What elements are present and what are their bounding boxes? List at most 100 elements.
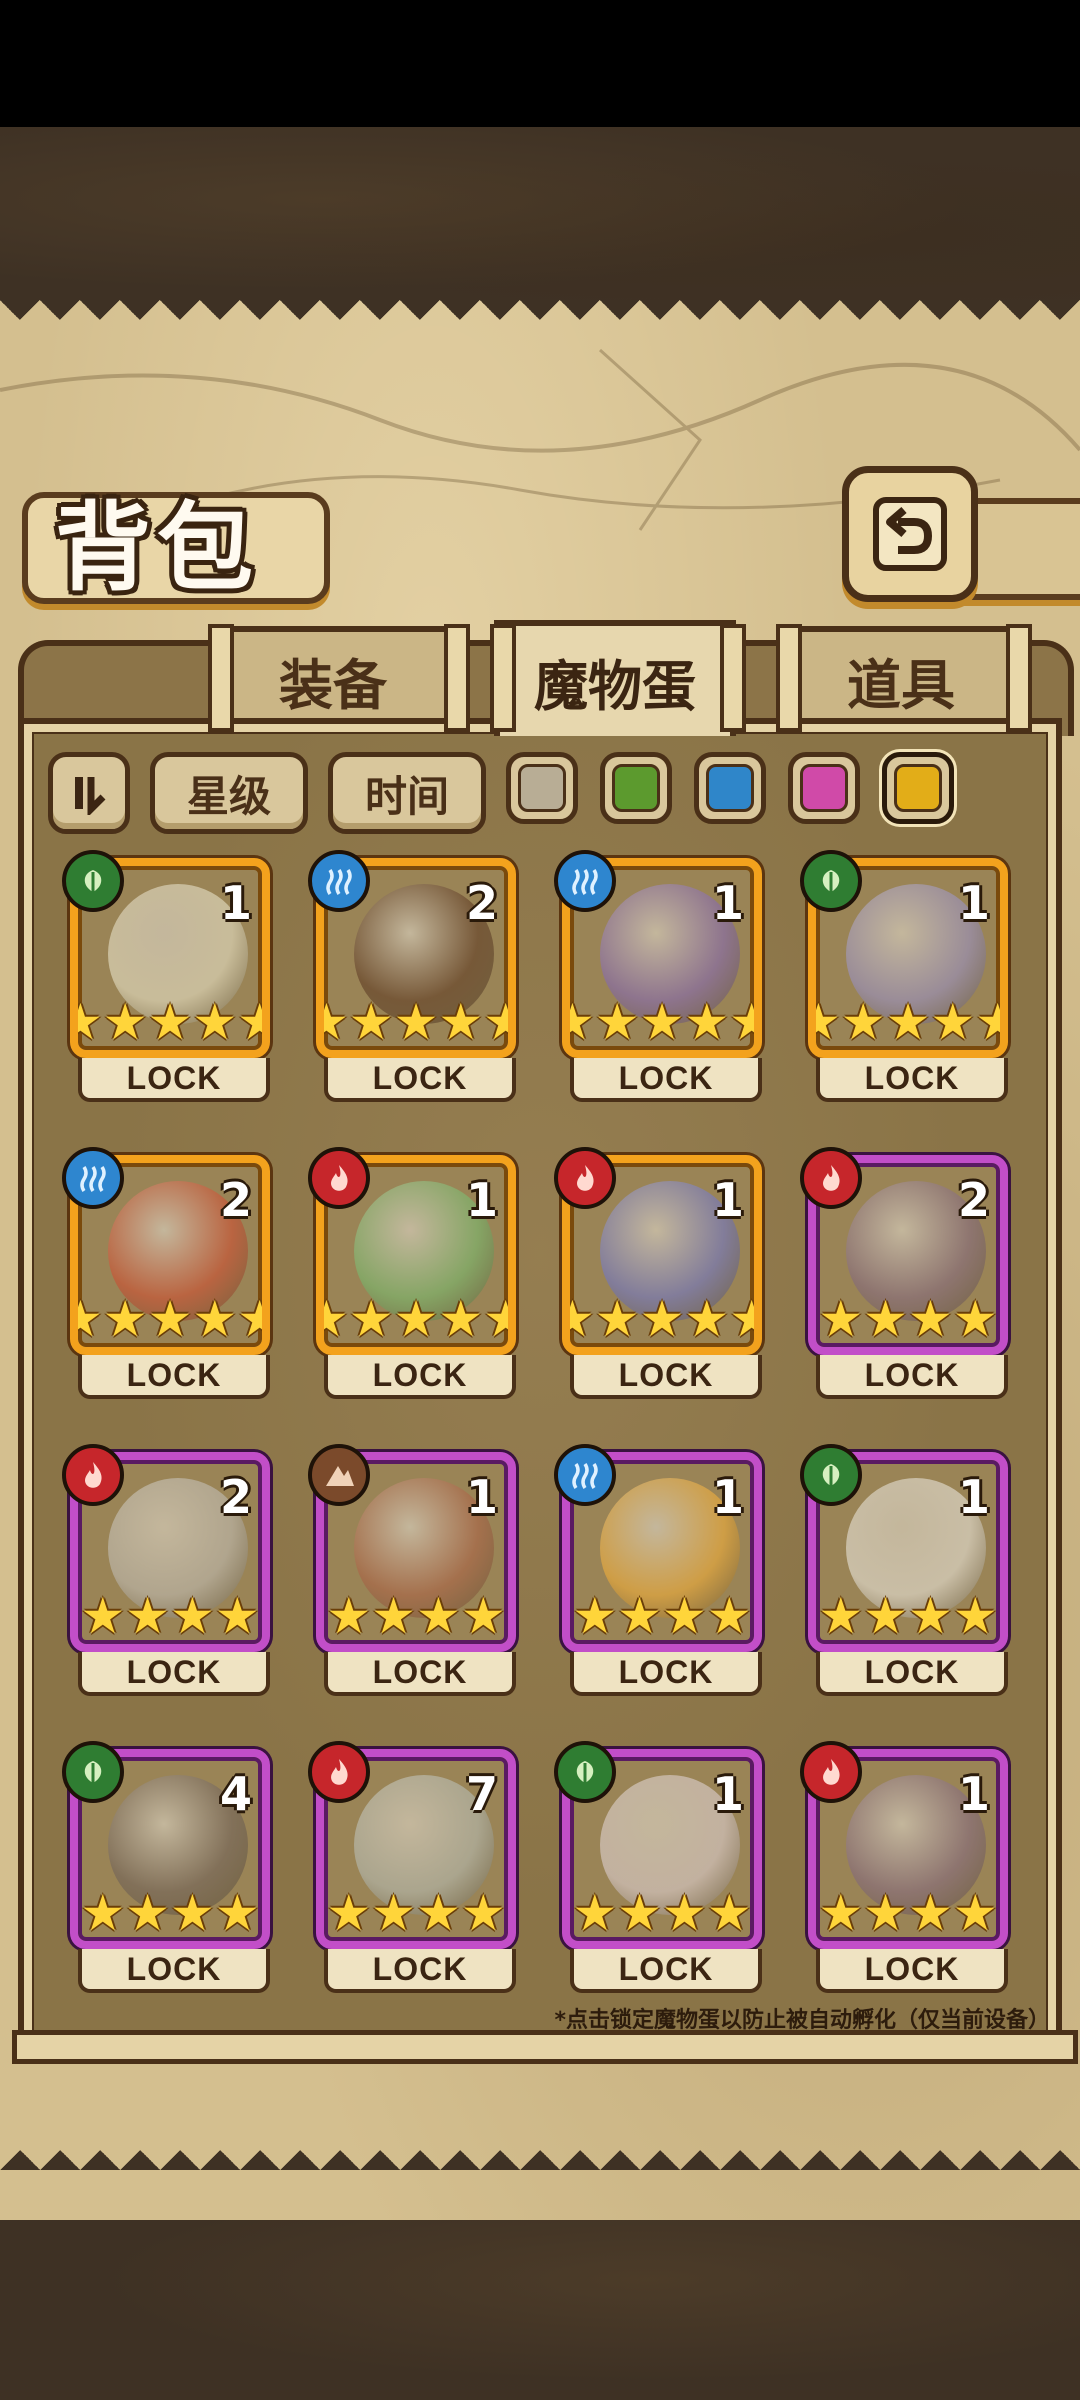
leaf-element-icon [800,850,862,912]
lock-button[interactable]: LOCK [324,1058,516,1102]
star-rating: ★★★★★ [570,1290,762,1348]
tab-post [208,624,234,732]
filter-gray-button[interactable] [506,752,578,824]
star-rating: ★★★★★ [570,993,762,1051]
lock-button[interactable]: LOCK [816,1949,1008,1993]
tab-label: 装备 [279,652,387,717]
tab-items[interactable]: 道具 [780,626,1022,728]
swatch-gray [518,764,566,812]
egg-count: 1 [465,1173,498,1227]
lock-button[interactable]: LOCK [816,1355,1008,1399]
egg-card[interactable]: 2 ★★★★★ LOCK [308,850,516,1116]
tab-label: 魔物蛋 [534,653,696,718]
water-element-icon [554,1444,616,1506]
sort-by-stars-button[interactable]: 星级 [150,752,308,834]
return-icon [873,497,947,571]
lock-button[interactable]: LOCK [78,1949,270,1993]
egg-card[interactable]: 4 ★★★★ LOCK [62,1741,270,2007]
egg-count: 1 [711,1767,744,1821]
swatch-green [612,764,660,812]
egg-card[interactable]: 1 ★★★★ LOCK [308,1444,516,1710]
tab-post [490,624,516,732]
lock-button[interactable]: LOCK [78,1058,270,1102]
egg-card[interactable]: 2 ★★★★ LOCK [800,1147,1008,1413]
egg-card[interactable]: 1 ★★★★★ LOCK [800,850,1008,1116]
lock-button[interactable]: LOCK [570,1652,762,1696]
lock-button[interactable]: LOCK [324,1652,516,1696]
lock-button[interactable]: LOCK [570,1355,762,1399]
star-rating: ★★★★★ [78,993,270,1051]
egg-card[interactable]: 1 ★★★★ LOCK [800,1741,1008,2007]
leaf-element-icon [62,850,124,912]
sort-by-stars-label: 星级 [186,771,271,821]
egg-card[interactable]: 1 ★★★★★ LOCK [554,1147,762,1413]
star-rating: ★★★★ [80,1884,260,1942]
egg-card[interactable]: 1 ★★★★ LOCK [554,1741,762,2007]
tab-monster-eggs[interactable]: 魔物蛋 [494,620,736,736]
star-rating: ★★★★★ [324,993,516,1051]
egg-count: 1 [711,876,744,930]
egg-count: 1 [465,1470,498,1524]
sort-by-time-button[interactable]: 时间 [328,752,486,834]
star-rating: ★★★★ [572,1587,752,1645]
sort-toggle-icon [75,777,106,815]
tab-post [776,624,802,732]
tab-post [1006,624,1032,732]
star-rating: ★★★★ [80,1587,260,1645]
fire-element-icon [554,1147,616,1209]
fire-element-icon [800,1741,862,1803]
star-rating: ★★★★ [326,1587,506,1645]
back-button[interactable] [842,466,978,602]
map-background-top [0,127,1080,307]
water-element-icon [554,850,616,912]
egg-card[interactable]: 7 ★★★★ LOCK [308,1741,516,2007]
egg-count: 7 [465,1767,498,1821]
lock-button[interactable]: LOCK [78,1652,270,1696]
star-rating: ★★★★ [818,1290,998,1348]
leaf-element-icon [800,1444,862,1506]
filter-pink-button[interactable] [788,752,860,824]
fire-element-icon [800,1147,862,1209]
lock-button[interactable]: LOCK [324,1949,516,1993]
tab-equipment[interactable]: 装备 [212,626,454,728]
lock-footnote: *点击锁定魔物蛋以防止被自动孵化（仅当前设备） [554,2008,1050,2033]
sort-order-button[interactable] [48,752,130,834]
star-rating: ★★★★ [572,1884,752,1942]
fire-element-icon [62,1444,124,1506]
fire-element-icon [308,1741,370,1803]
earth-element-icon [308,1444,370,1506]
egg-card[interactable]: 2 ★★★★★ LOCK [62,1147,270,1413]
lock-button[interactable]: LOCK [570,1949,762,1993]
egg-card[interactable]: 1 ★★★★★ LOCK [554,850,762,1116]
leaf-element-icon [554,1741,616,1803]
page-title: 背包 [55,491,259,604]
star-rating: ★★★★ [818,1884,998,1942]
egg-count: 2 [465,876,498,930]
lock-button[interactable]: LOCK [78,1355,270,1399]
filter-gold-button[interactable] [882,752,954,824]
panel-bottom-rail [12,2030,1078,2064]
lock-button[interactable]: LOCK [324,1355,516,1399]
egg-count: 4 [219,1767,252,1821]
swatch-blue [706,764,754,812]
egg-count: 1 [711,1470,744,1524]
egg-count: 1 [711,1173,744,1227]
filter-green-button[interactable] [600,752,672,824]
tab-post [444,624,470,732]
filter-blue-button[interactable] [694,752,766,824]
lock-button[interactable]: LOCK [816,1652,1008,1696]
star-rating: ★★★★★ [816,993,1008,1051]
lock-button[interactable]: LOCK [816,1058,1008,1102]
egg-card[interactable]: 1 ★★★★★ LOCK [62,850,270,1116]
egg-card[interactable]: 1 ★★★★ LOCK [800,1444,1008,1710]
star-rating: ★★★★★ [324,1290,516,1348]
swatch-gold [894,764,942,812]
tab-label: 道具 [847,652,955,717]
egg-card[interactable]: 1 ★★★★★ LOCK [308,1147,516,1413]
egg-card[interactable]: 1 ★★★★ LOCK [554,1444,762,1710]
egg-card[interactable]: 2 ★★★★ LOCK [62,1444,270,1710]
egg-count: 2 [219,1470,252,1524]
fire-element-icon [308,1147,370,1209]
star-rating: ★★★★ [326,1884,506,1942]
lock-button[interactable]: LOCK [570,1058,762,1102]
